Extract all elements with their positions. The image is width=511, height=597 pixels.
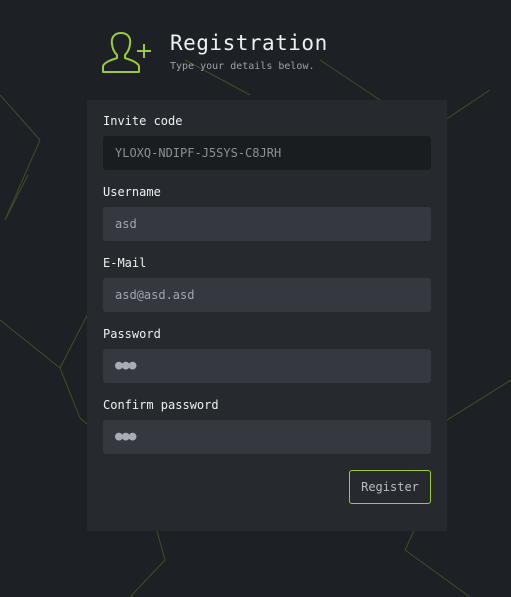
username-input[interactable]: asd <box>103 207 431 241</box>
username-field-group: Username asd <box>103 186 431 241</box>
email-input[interactable]: asd@asd.asd <box>103 278 431 312</box>
username-label: Username <box>103 185 161 199</box>
registration-form: Invite code YLOXQ-NDIPF-J5SYS-C8JRH User… <box>87 100 447 531</box>
confirm-password-input[interactable]: ●●● <box>103 420 431 454</box>
page-title: Registration <box>170 31 328 55</box>
form-actions: Register <box>103 470 431 504</box>
confirm-password-field-group: Confirm password ●●● <box>103 399 431 454</box>
register-button[interactable]: Register <box>349 470 431 504</box>
user-add-icon <box>102 32 151 73</box>
password-label: Password <box>103 327 161 341</box>
password-input[interactable]: ●●● <box>103 349 431 383</box>
page-header: Registration Type your details below. <box>101 30 328 76</box>
invite-code-input[interactable]: YLOXQ-NDIPF-J5SYS-C8JRH <box>103 136 431 170</box>
password-field-group: Password ●●● <box>103 328 431 383</box>
confirm-password-label: Confirm password <box>103 398 219 412</box>
page-subtitle: Type your details below. <box>170 61 315 72</box>
invite-code-label: Invite code <box>103 114 183 128</box>
email-field-group: E-Mail asd@asd.asd <box>103 257 431 312</box>
invite-code-field-group: Invite code YLOXQ-NDIPF-J5SYS-C8JRH <box>103 115 431 170</box>
email-label: E-Mail <box>103 256 147 270</box>
